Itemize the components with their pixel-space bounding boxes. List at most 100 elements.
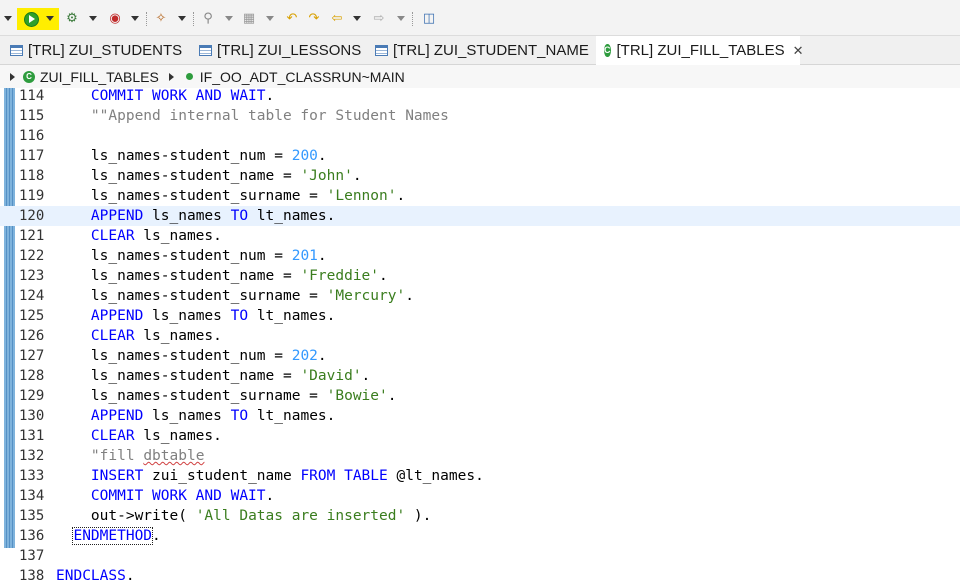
- code-token: 'Mercury': [326, 288, 406, 304]
- code-token: ls_names-student_surname =: [90, 388, 327, 404]
- external-tools-dropdown-icon[interactable]: [131, 16, 139, 21]
- code-line[interactable]: 136 ENDMETHOD.: [0, 526, 960, 546]
- breadcrumb: C ZUI_FILL_TABLES IF_OO_ADT_CLASSRUN~MAI…: [0, 65, 960, 88]
- back-dropdown-icon[interactable]: [353, 16, 361, 21]
- breadcrumb-class[interactable]: ZUI_FILL_TABLES: [40, 69, 159, 85]
- code-line[interactable]: 114 COMMIT WORK AND WAIT.: [0, 88, 960, 106]
- code-token: ls_names-student_name =: [90, 268, 301, 284]
- code-line[interactable]: 130 APPEND ls_names TO lt_names.: [0, 406, 960, 426]
- tab-zui-students[interactable]: [TRL] ZUI_STUDENTS: [10, 36, 182, 65]
- code-token: ls_names-student_name =: [90, 368, 301, 384]
- close-icon[interactable]: ✕: [793, 43, 804, 59]
- code-line[interactable]: 115 ""Append internal table for Student …: [0, 106, 960, 126]
- code-token: COMMIT WORK AND WAIT: [90, 488, 266, 504]
- code-line[interactable]: 131 CLEAR ls_names.: [0, 426, 960, 446]
- forward-icon[interactable]: ⇨: [371, 11, 387, 27]
- line-number: 116: [19, 128, 45, 144]
- code-line[interactable]: 117 ls_names-student_num = 200.: [0, 146, 960, 166]
- prev-annotation-icon[interactable]: ↶: [284, 11, 300, 27]
- code-token: ls_names: [143, 308, 231, 324]
- code-text: ls_names-student_num = 202.: [56, 346, 327, 366]
- code-token: .: [352, 168, 362, 184]
- search-dropdown-icon[interactable]: [225, 16, 233, 21]
- code-text: COMMIT WORK AND WAIT.: [56, 88, 274, 106]
- code-line[interactable]: 133 INSERT zui_student_name FROM TABLE @…: [0, 466, 960, 486]
- code-line[interactable]: 116: [0, 126, 960, 146]
- code-token: TO: [230, 208, 249, 224]
- code-line[interactable]: 121 CLEAR ls_names.: [0, 226, 960, 246]
- code-token: ls_names-student_num =: [90, 148, 292, 164]
- code-line[interactable]: 119 ls_names-student_surname = 'Lennon'.: [0, 186, 960, 206]
- code-text: ls_names-student_name = 'Freddie'.: [56, 266, 388, 286]
- code-token: .: [265, 88, 275, 104]
- chevron-right-icon[interactable]: [168, 72, 174, 81]
- code-line[interactable]: 124 ls_names-student_surname = 'Mercury'…: [0, 286, 960, 306]
- code-line[interactable]: 122 ls_names-student_num = 201.: [0, 246, 960, 266]
- code-token: 'Bowie': [326, 388, 388, 404]
- code-token: .: [265, 488, 275, 504]
- run-icon[interactable]: [23, 11, 39, 27]
- code-editor[interactable]: 114 COMMIT WORK AND WAIT. 115 ""Append in…: [0, 88, 960, 584]
- breadcrumb-method[interactable]: IF_OO_ADT_CLASSRUN~MAIN: [200, 69, 405, 85]
- table-icon: [10, 45, 23, 56]
- code-line[interactable]: 135 out->write( 'All Datas are inserted'…: [0, 506, 960, 526]
- code-line[interactable]: 128 ls_names-student_name = 'David'.: [0, 366, 960, 386]
- open-console-icon[interactable]: ◫: [421, 11, 437, 27]
- line-number: 123: [19, 268, 45, 284]
- code-line[interactable]: 120 APPEND ls_names TO lt_names.: [0, 206, 960, 226]
- code-text: CLEAR ls_names.: [56, 426, 222, 446]
- annotation-icon[interactable]: ▦: [241, 11, 257, 27]
- table-icon: [375, 45, 388, 56]
- tab-zui-lessons[interactable]: [TRL] ZUI_LESSONS: [199, 36, 361, 65]
- code-token: .: [317, 148, 327, 164]
- tab-label: [TRL] ZUI_FILL_TABLES: [616, 42, 785, 59]
- code-line[interactable]: 127 ls_names-student_num = 202.: [0, 346, 960, 366]
- back-icon[interactable]: ⇦: [329, 11, 345, 27]
- code-line[interactable]: 123 ls_names-student_name = 'Freddie'.: [0, 266, 960, 286]
- forward-dropdown-icon[interactable]: [397, 16, 405, 21]
- view-menu-dropdown-icon[interactable]: [4, 16, 12, 21]
- code-token: dbtable: [143, 448, 205, 464]
- code-line[interactable]: 118 ls_names-student_name = 'John'.: [0, 166, 960, 186]
- code-token: .: [317, 248, 327, 264]
- code-line[interactable]: 129 ls_names-student_surname = 'Bowie'.: [0, 386, 960, 406]
- code-text: APPEND ls_names TO lt_names.: [56, 206, 335, 226]
- code-token: .: [125, 568, 135, 584]
- code-line[interactable]: 137: [0, 546, 960, 566]
- debug-dropdown-icon[interactable]: [89, 16, 97, 21]
- chevron-right-icon[interactable]: [10, 72, 15, 81]
- code-text: out->write( 'All Datas are inserted' ).: [56, 506, 431, 526]
- external-tools-icon[interactable]: ◉: [107, 11, 123, 27]
- table-icon: [199, 45, 212, 56]
- code-token: .: [317, 348, 327, 364]
- new-wizard-dropdown-icon[interactable]: [178, 16, 186, 21]
- line-number: 126: [19, 328, 45, 344]
- code-line[interactable]: 125 APPEND ls_names TO lt_names.: [0, 306, 960, 326]
- tab-label: [TRL] ZUI_STUDENT_NAME: [393, 42, 589, 59]
- tab-zui-fill-tables[interactable]: C [TRL] ZUI_FILL_TABLES ✕: [596, 36, 804, 65]
- code-line[interactable]: 132 "fill dbtable: [0, 446, 960, 466]
- search-icon[interactable]: ⚲: [200, 11, 216, 27]
- annotation-dropdown-icon[interactable]: [266, 16, 274, 21]
- toolbar-separator: [412, 12, 413, 26]
- code-line[interactable]: 126 CLEAR ls_names.: [0, 326, 960, 346]
- run-dropdown-icon[interactable]: [46, 16, 54, 21]
- code-line[interactable]: 138 ENDCLASS.: [0, 566, 960, 584]
- new-wizard-icon[interactable]: ✧: [153, 11, 169, 27]
- code-token: ls_names-student_surname =: [90, 188, 327, 204]
- tab-zui-student-name[interactable]: [TRL] ZUI_STUDENT_NAME: [375, 36, 589, 65]
- code-line[interactable]: 134 COMMIT WORK AND WAIT.: [0, 486, 960, 506]
- next-annotation-icon[interactable]: ↷: [306, 11, 322, 27]
- code-token: INSERT: [90, 468, 144, 484]
- code-text: "fill dbtable: [56, 446, 205, 466]
- tab-label: [TRL] ZUI_STUDENTS: [28, 42, 183, 59]
- line-number: 130: [19, 408, 45, 424]
- debug-as-icon[interactable]: ⚙: [64, 11, 80, 27]
- line-number: 115: [19, 108, 45, 124]
